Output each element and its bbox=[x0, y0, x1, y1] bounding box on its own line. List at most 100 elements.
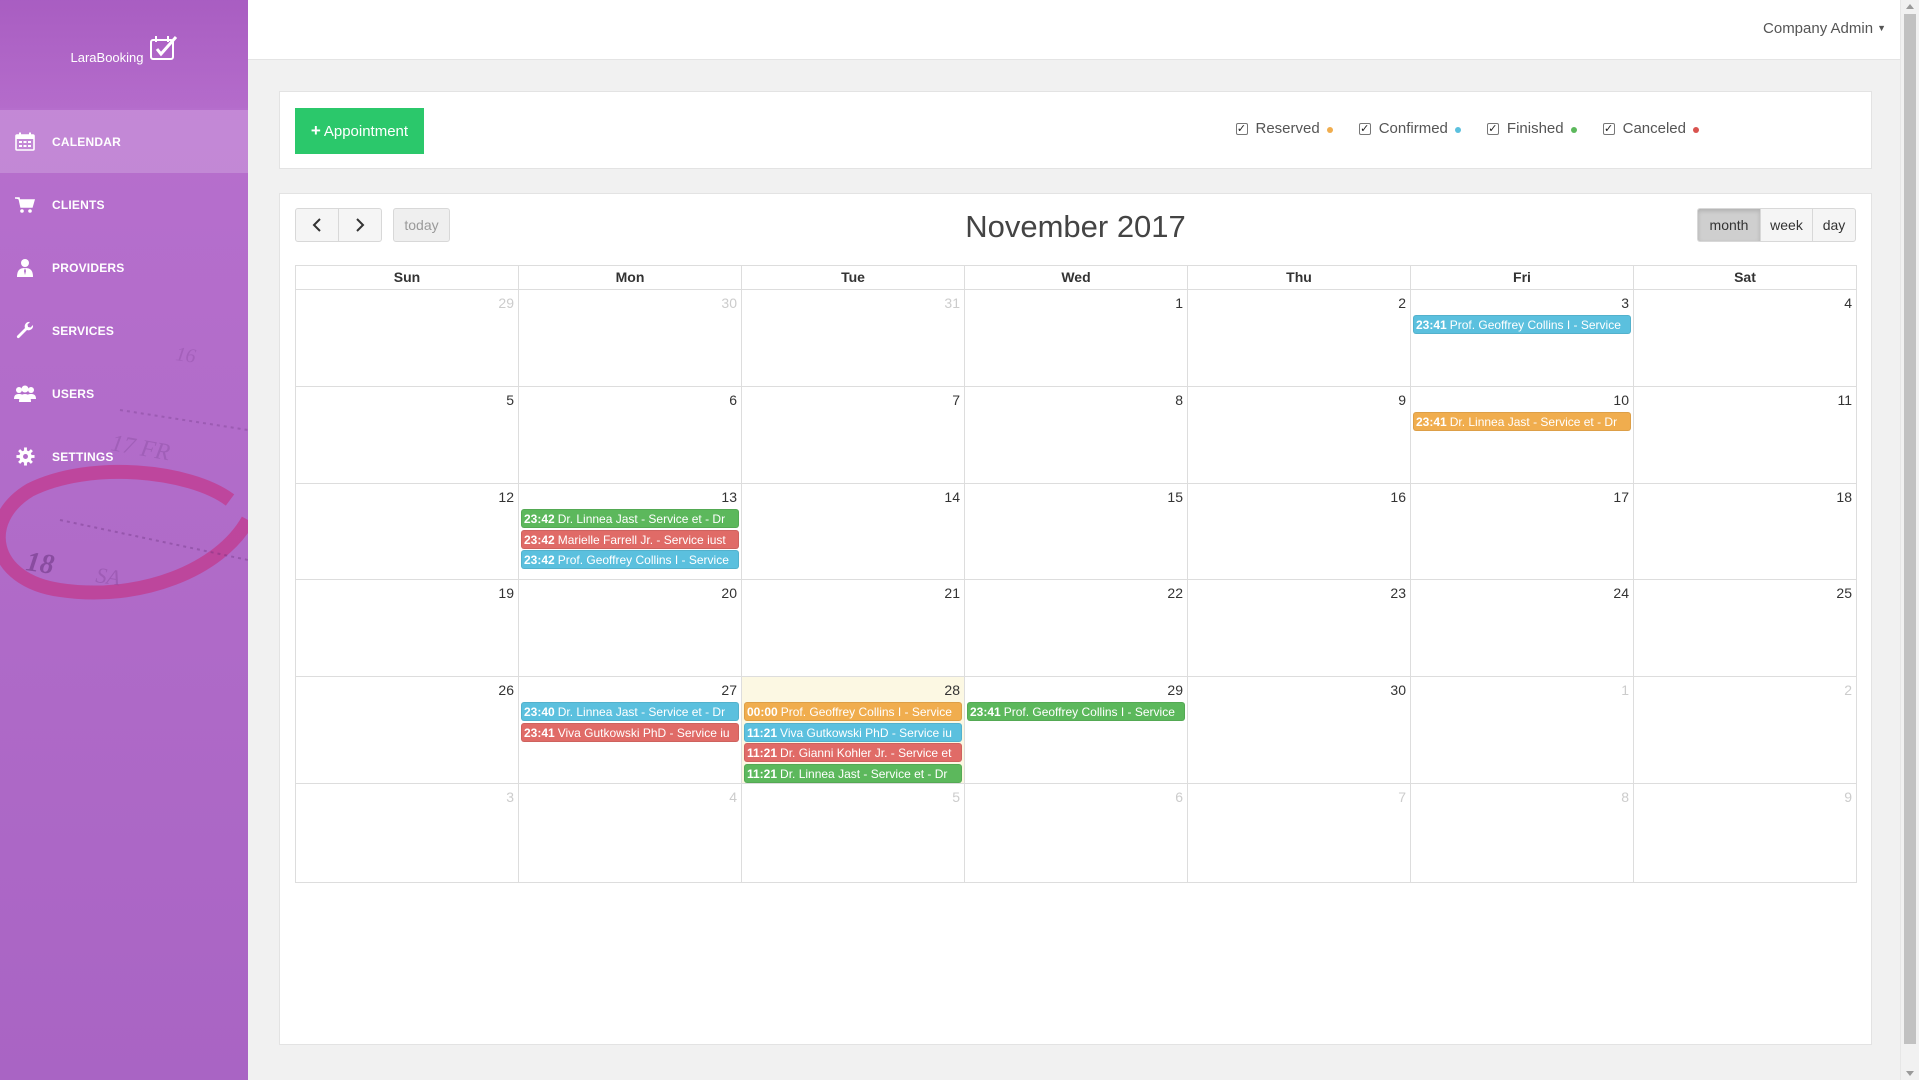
calendar-day-cell[interactable]: 19 bbox=[296, 580, 518, 676]
appointment-event-finished[interactable]: 11:21 Dr. Linnea Jast - Service et - Dr bbox=[744, 763, 962, 783]
appointment-event-confirmed[interactable]: 23:42 Prof. Geoffrey Collins I - Service bbox=[521, 550, 739, 569]
sidebar-item-services[interactable]: SERVICES bbox=[0, 299, 248, 362]
calendar-day-cell[interactable]: 2 bbox=[1633, 677, 1856, 783]
status-dot-icon bbox=[1570, 126, 1577, 133]
view-day-button[interactable]: day bbox=[1812, 208, 1856, 242]
day-number: 8 bbox=[1175, 392, 1183, 408]
user-menu-dropdown[interactable]: Company Admin ▼ bbox=[1763, 20, 1886, 37]
page-scrollbar[interactable] bbox=[1900, 0, 1919, 1080]
appointment-event-reserved[interactable]: 00:00 Prof. Geoffrey Collins I - Service bbox=[744, 702, 962, 721]
filter-confirmed[interactable]: ✓ Confirmed bbox=[1358, 120, 1461, 137]
view-month-button[interactable]: month bbox=[1697, 208, 1761, 242]
status-dot-icon bbox=[1454, 126, 1461, 133]
calendar-day-cell[interactable]: 9 bbox=[1633, 784, 1856, 882]
status-dot-icon bbox=[1693, 126, 1699, 133]
calendar-day-cell[interactable]: 21 bbox=[741, 580, 964, 676]
event-title: Viva Gutkowski PhD - Service iu bbox=[557, 725, 730, 740]
appointment-event-confirmed[interactable]: 23:41 Prof. Geoffrey Collins I - Service bbox=[1413, 315, 1631, 334]
calendar-week-row: 12 13 23:42 Dr. Linnea Jast - Service et - … bbox=[295, 484, 1857, 580]
calendar-day-cell[interactable]: 8 bbox=[964, 387, 1187, 483]
calendar-day-cell[interactable]: 14 bbox=[741, 484, 964, 579]
calendar-day-cell[interactable]: 23 bbox=[1187, 580, 1410, 676]
calendar-day-cell[interactable]: 22 bbox=[964, 580, 1187, 676]
calendar-day-cell[interactable]: 30 bbox=[518, 290, 741, 386]
calendar-day-cell[interactable]: 1 bbox=[964, 290, 1187, 386]
appointment-event-finished[interactable]: 23:42 Dr. Linnea Jast - Service et - Dr bbox=[521, 509, 739, 528]
day-number: 28 bbox=[944, 682, 960, 698]
calendar-day-cell[interactable]: 2 bbox=[1187, 290, 1410, 386]
appointment-event-finished[interactable]: 23:41 Prof. Geoffrey Collins I - Service bbox=[967, 702, 1185, 721]
calendar-day-cell[interactable]: 1 bbox=[1410, 677, 1633, 783]
canceled-checkbox[interactable]: ✓ bbox=[1602, 122, 1615, 135]
calendar-day-cell[interactable]: 18 bbox=[1633, 484, 1856, 579]
today-button[interactable]: today bbox=[393, 208, 450, 242]
scrollbar-thumb[interactable] bbox=[1904, 14, 1916, 1044]
sidebar-item-settings[interactable]: SETTINGS bbox=[0, 425, 248, 488]
svg-text:SA: SA bbox=[94, 562, 122, 590]
calendar-day-cell[interactable]: 7 bbox=[1187, 784, 1410, 882]
calendar-day-cell[interactable]: 5 bbox=[741, 784, 964, 882]
dow-mon: Mon bbox=[518, 266, 741, 289]
calendar-day-cell[interactable]: 30 bbox=[1187, 677, 1410, 783]
appointment-event-confirmed[interactable]: 11:21 Viva Gutkowski PhD - Service iu bbox=[744, 722, 962, 742]
calendar-day-cell[interactable]: 3 bbox=[296, 784, 518, 882]
day-number: 10 bbox=[1613, 392, 1629, 408]
calendar-day-cell[interactable]: 5 bbox=[296, 387, 518, 483]
calendar-day-cell[interactable]: 9 bbox=[1187, 387, 1410, 483]
view-week-button[interactable]: week bbox=[1760, 208, 1813, 242]
calendar-day-cell[interactable]: 4 bbox=[1633, 290, 1856, 386]
add-appointment-button[interactable]: + Appointment bbox=[295, 108, 424, 154]
scroll-up-arrow-icon[interactable] bbox=[1906, 4, 1914, 9]
calendar-day-cell[interactable]: 27 23:40 Dr. Linnea Jast - Service et - Dr… bbox=[518, 677, 741, 783]
day-number: 18 bbox=[1836, 489, 1852, 505]
sidebar-item-providers[interactable]: PROVIDERS bbox=[0, 236, 248, 299]
calendar-day-cell[interactable]: 12 bbox=[296, 484, 518, 579]
sidebar-item-clients[interactable]: CLIENTS bbox=[0, 173, 248, 236]
appointment-event-canceled[interactable]: 11:21 Dr. Gianni Kohler Jr. - Service et bbox=[744, 743, 962, 762]
calendar-day-cell[interactable]: 17 bbox=[1410, 484, 1633, 579]
day-number: 3 bbox=[506, 789, 514, 805]
day-number: 26 bbox=[498, 682, 514, 698]
calendar-day-cell[interactable]: 25 bbox=[1633, 580, 1856, 676]
calendar-day-cell[interactable]: 10 23:41 Dr. Linnea Jast - Service et - Dr bbox=[1410, 387, 1633, 483]
day-number: 19 bbox=[498, 585, 514, 601]
calendar-day-cell[interactable]: 24 bbox=[1410, 580, 1633, 676]
calendar-day-cell[interactable]: 6 bbox=[964, 784, 1187, 882]
scroll-down-arrow-icon[interactable] bbox=[1906, 1071, 1914, 1076]
filter-reserved[interactable]: ✓ Reserved bbox=[1235, 120, 1333, 137]
calendar-day-cell[interactable]: 29 23:41 Prof. Geoffrey Collins I - Servic… bbox=[964, 677, 1187, 783]
day-of-week-header: Sun Mon Tue Wed Thu Fri Sat bbox=[295, 265, 1857, 290]
calendar-day-cell[interactable]: 4 bbox=[518, 784, 741, 882]
confirmed-checkbox[interactable]: ✓ bbox=[1358, 122, 1371, 135]
view-switcher: month week day bbox=[1697, 208, 1856, 242]
calendar-day-cell[interactable]: 6 bbox=[518, 387, 741, 483]
filter-finished[interactable]: ✓ Finished bbox=[1486, 120, 1577, 137]
calendar-day-cell[interactable]: 7 bbox=[741, 387, 964, 483]
sidebar-item-users[interactable]: USERS bbox=[0, 362, 248, 425]
calendar-day-cell[interactable]: 31 bbox=[741, 290, 964, 386]
calendar-day-cell[interactable]: 20 bbox=[518, 580, 741, 676]
calendar-day-cell[interactable]: 15 bbox=[964, 484, 1187, 579]
filter-canceled[interactable]: ✓ Canceled bbox=[1602, 120, 1699, 137]
event-title: Dr. Linnea Jast - Service et - Dr bbox=[1449, 415, 1618, 429]
prev-month-button[interactable] bbox=[295, 208, 339, 242]
next-month-button[interactable] bbox=[338, 208, 382, 242]
filter-label: Finished bbox=[1506, 120, 1564, 137]
finished-checkbox[interactable]: ✓ bbox=[1486, 122, 1499, 135]
appointment-event-canceled[interactable]: 23:42 Marielle Farrell Jr. - Service iust bbox=[521, 529, 739, 549]
appointment-event-canceled[interactable]: 23:41 Viva Gutkowski PhD - Service iu bbox=[521, 722, 739, 742]
calendar-day-cell[interactable]: 8 bbox=[1410, 784, 1633, 882]
calendar-day-cell-today[interactable]: 28 00:00 Prof. Geoffrey Collins I - Servic… bbox=[741, 677, 964, 783]
calendar-day-cell[interactable]: 26 bbox=[296, 677, 518, 783]
sidebar-item-calendar[interactable]: CALENDAR bbox=[0, 110, 248, 173]
calendar-day-cell[interactable]: 13 23:42 Dr. Linnea Jast - Service et - Dr… bbox=[518, 484, 741, 579]
calendar-day-cell[interactable]: 11 bbox=[1633, 387, 1856, 483]
calendar-day-cell[interactable]: 29 bbox=[296, 290, 518, 386]
appointment-event-reserved[interactable]: 23:41 Dr. Linnea Jast - Service et - Dr bbox=[1413, 412, 1631, 431]
logo[interactable]: LaraBooking bbox=[0, 0, 248, 108]
svg-text:18: 18 bbox=[24, 546, 56, 581]
appointment-event-confirmed[interactable]: 23:40 Dr. Linnea Jast - Service et - Dr bbox=[521, 702, 739, 721]
calendar-day-cell[interactable]: 16 bbox=[1187, 484, 1410, 579]
reserved-checkbox[interactable]: ✓ bbox=[1235, 122, 1248, 135]
calendar-day-cell[interactable]: 3 23:41 Prof. Geoffrey Collins I - Service bbox=[1410, 290, 1633, 386]
